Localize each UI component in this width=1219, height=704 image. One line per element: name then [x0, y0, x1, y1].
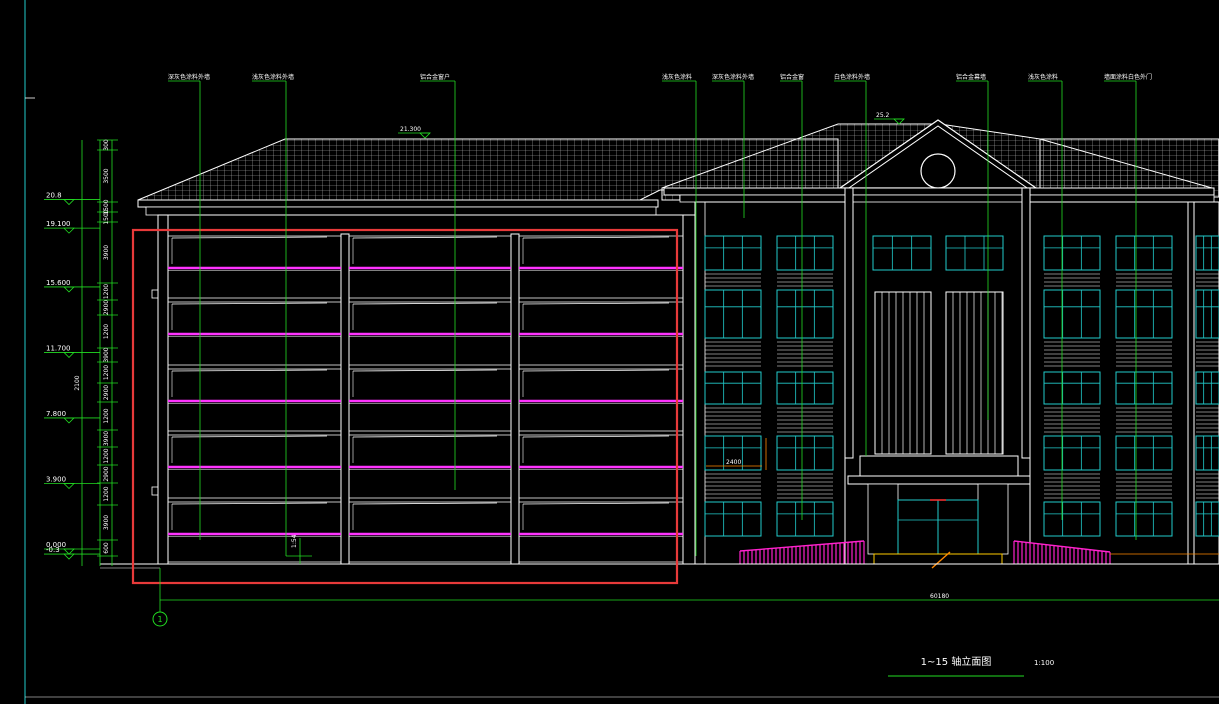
level-triangle [63, 417, 75, 424]
dim-overall-label: 2100 [74, 375, 81, 390]
level-label: -0.3 [46, 546, 60, 554]
ridge-level-tag: 25.2 [874, 112, 905, 125]
dim-segment-label: 1200 [103, 324, 110, 339]
dim-segment-label: 3900 [103, 515, 110, 530]
drawing-title: 1~15 轴立面图 [921, 655, 992, 668]
eave-level-label: 21.300 [400, 126, 421, 133]
callout-label: 铝合金窗 [780, 73, 804, 81]
roof [137, 119, 1219, 216]
callout-label: 浅灰色涂料 [662, 73, 692, 81]
dim-segment-label: 3900 [103, 431, 110, 446]
curtain-wall [874, 291, 1004, 455]
dim-segment-label: 3500 [103, 168, 110, 183]
dim-segment-label: 600 [103, 542, 110, 554]
level-markers: 20.819.10015.60011.7007.8003.9000.000-0.… [44, 139, 118, 566]
eave-level-tag: 21.300 [398, 126, 431, 139]
dim-segment-label: 2900 [103, 385, 110, 400]
axis-bubble-label: 1 [157, 615, 162, 624]
entrance [867, 483, 1009, 569]
level-label: 11.700 [46, 344, 71, 352]
dim-segment-label: 1200 [103, 486, 110, 501]
dim-segment-label: 300 [103, 139, 110, 151]
window-frame [872, 235, 932, 271]
level-label: 15.600 [46, 279, 71, 287]
curtain-frame [945, 291, 1004, 455]
dim-segment-label: 1200 [103, 408, 110, 423]
level-triangle [63, 352, 75, 359]
level-triangle [63, 553, 75, 560]
ridge-level-label: 25.2 [876, 112, 890, 119]
level-triangle [63, 483, 75, 490]
step-dim-label: 1:54 [291, 534, 298, 548]
overall-width-dim: 60180 [159, 568, 1219, 612]
level-triangle [63, 199, 75, 206]
canopy-dim-label: 2400 [726, 459, 741, 466]
level-label: 7.800 [46, 410, 66, 418]
callout-label: 铝合金窗户 [420, 73, 450, 81]
drawing-scale: 1:100 [1034, 659, 1054, 667]
dim-segment-label: 3900 [103, 245, 110, 260]
callout-label: 浅灰色涂料 [1028, 73, 1058, 81]
level-triangle [63, 548, 75, 555]
callout-label: 深灰色涂料外墙 [168, 73, 210, 81]
level-triangle [63, 286, 75, 293]
cad-drawing-canvas[interactable]: 20.819.10015.60011.7007.8003.9000.000-0.… [0, 0, 1219, 704]
dim-segment-label: 2900 [103, 300, 110, 315]
overall-width-label: 60180 [930, 593, 949, 600]
dim-segment-label: 1200 [103, 284, 110, 299]
callout-label: 铝合金幕墙 [956, 73, 986, 81]
dim-segment-label: 1500 [103, 209, 110, 224]
window-frame [945, 235, 1004, 271]
callout-label: 白色涂料外墙 [834, 73, 870, 81]
main-block-elevation [694, 187, 1219, 569]
axis-bubble[interactable]: 1 [152, 611, 168, 627]
level-triangle [63, 227, 75, 234]
level-label: 3.900 [46, 475, 66, 483]
callout-label: 深灰色涂料外墙 [712, 73, 754, 81]
level-label: 20.8 [46, 192, 62, 200]
level-label: 19.100 [46, 220, 71, 228]
callout-label: 浅灰色涂料外墙 [252, 73, 294, 81]
dim-segment-label: 3900 [103, 347, 110, 362]
dim-segment-label: 1200 [103, 365, 110, 380]
dim-segment-label: 1200 [103, 448, 110, 463]
title-block: 1~15 轴立面图 1:100 [888, 655, 1054, 677]
dim-segment-label: 2900 [103, 466, 110, 481]
callout-label: 墙面涂料白色外门 [1104, 73, 1152, 81]
